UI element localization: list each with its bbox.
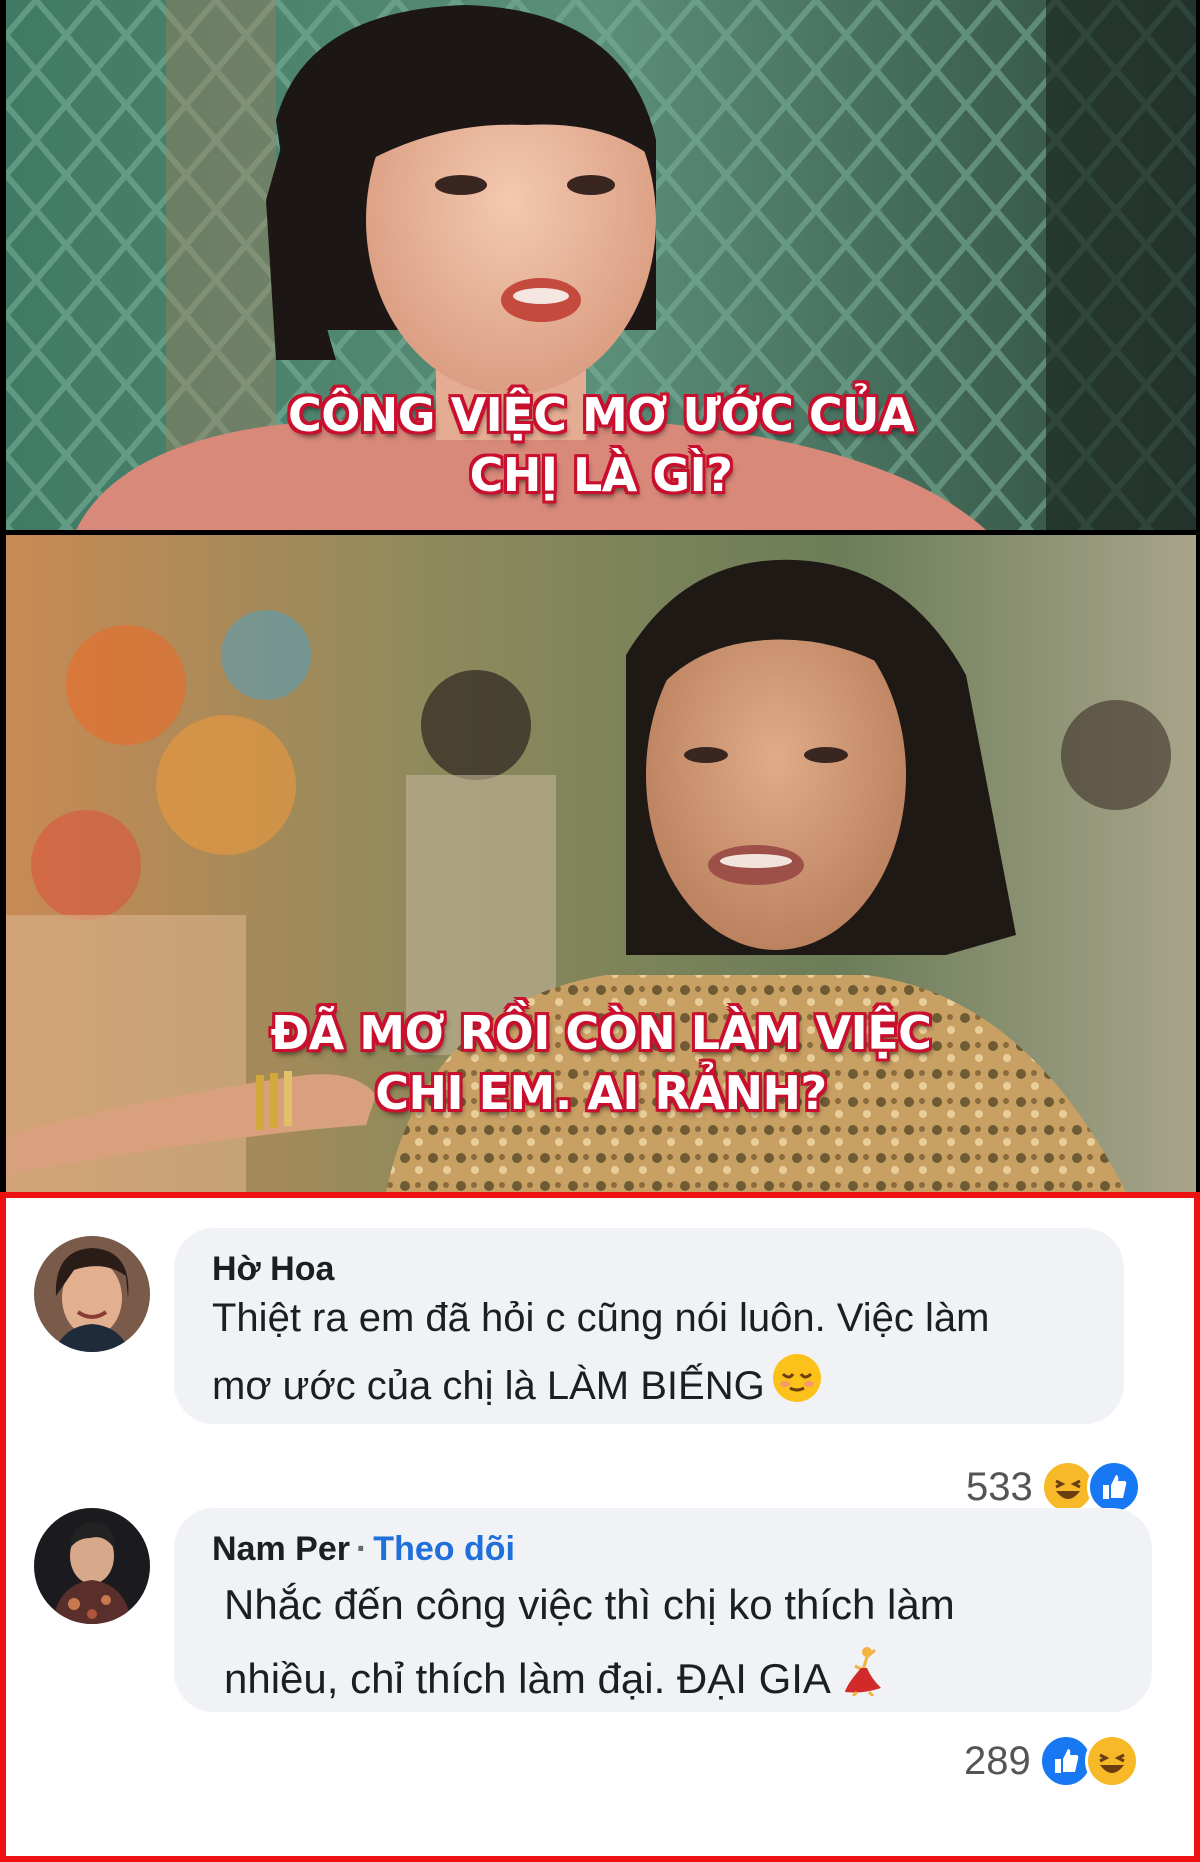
reaction-count: 289	[964, 1738, 1031, 1783]
meme-caption-top: CÔNG VIỆC MƠ ƯỚC CỦA CHỊ LÀ GÌ?	[6, 385, 1196, 505]
comment-text: Nhắc đến công việc thì chị ko thích làm …	[224, 1568, 955, 1719]
comment-text-line: Thiệt ra em đã hỏi c cũng nói luôn. Việc…	[212, 1296, 990, 1340]
meme-caption-bottom: ĐÃ MƠ RỒI CÒN LÀM VIỆC CHI EM. AI RẢNH?	[6, 1003, 1196, 1123]
comment-bubble: Nam Per · Theo dõi Nhắc đến công việc thì …	[174, 1508, 1152, 1712]
separator-dot: ·	[355, 1530, 368, 1568]
follow-link[interactable]: Theo dõi	[373, 1530, 515, 1568]
caption-line: CHỊ LÀ GÌ?	[469, 448, 733, 502]
like-reaction-icon	[1086, 1460, 1141, 1514]
comment-text-line: mơ ước của chị là LÀM BIẾNG	[212, 1352, 989, 1425]
comment-text: Thiệt ra em đã hỏi c cũng nói luôn. Việc…	[212, 1284, 989, 1425]
avatar[interactable]	[34, 1236, 150, 1352]
meme-panel-top: CÔNG VIỆC MƠ ƯỚC CỦA CHỊ LÀ GÌ?	[6, 0, 1196, 530]
dancing-woman-icon	[837, 1644, 889, 1719]
haha-reaction-icon	[1084, 1734, 1139, 1788]
comment-author-row: Nam Per · Theo dõi	[212, 1530, 515, 1569]
meme-panel-bottom: ĐÃ MƠ RỒI CÒN LÀM VIỆC CHI EM. AI RẢNH?	[6, 535, 1196, 1192]
reaction-summary[interactable]: 289	[964, 1734, 1139, 1788]
comment-text-span: mơ ước của chị là LÀM BIẾNG	[212, 1364, 765, 1409]
reaction-count: 533	[966, 1464, 1033, 1509]
reaction-summary[interactable]: 533	[966, 1460, 1141, 1514]
comment-author[interactable]: Nam Per	[212, 1530, 350, 1568]
caption-line: CÔNG VIỆC MƠ ƯỚC CỦA	[287, 388, 915, 442]
comments-section: Hờ Hoa Thiệt ra em đã hỏi c cũng nói luô…	[0, 1192, 1200, 1862]
avatar[interactable]	[34, 1508, 150, 1624]
comment-bubble: Hờ Hoa Thiệt ra em đã hỏi c cũng nói luô…	[174, 1228, 1124, 1424]
relieved-face-icon	[771, 1352, 823, 1425]
comment-text-span: nhiều, chỉ thích làm đại. ĐẠI GIA	[224, 1655, 831, 1702]
comment-text-line: Nhắc đến công việc thì chị ko thích làm	[224, 1581, 955, 1628]
caption-line: ĐÃ MƠ RỒI CÒN LÀM VIỆC	[270, 1006, 932, 1060]
caption-line: CHI EM. AI RẢNH?	[375, 1066, 827, 1120]
comment-text-line: nhiều, chỉ thích làm đại. ĐẠI GIA	[224, 1642, 955, 1719]
